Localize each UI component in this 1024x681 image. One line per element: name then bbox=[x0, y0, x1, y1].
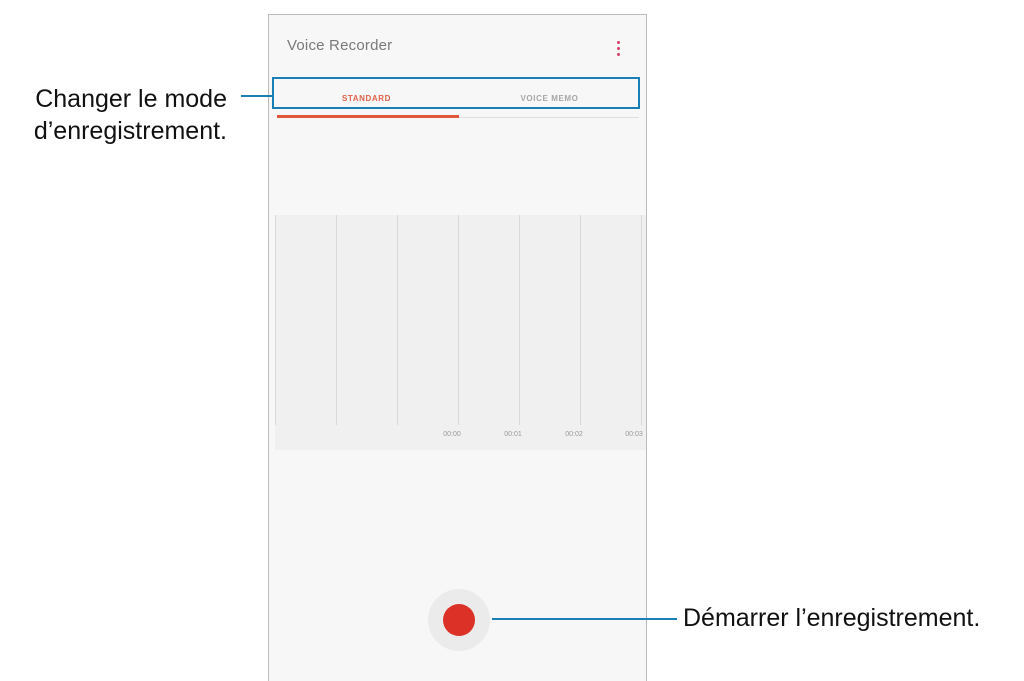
more-options-icon[interactable] bbox=[610, 37, 626, 59]
more-dot bbox=[616, 46, 620, 50]
record-callout-leader bbox=[492, 618, 677, 620]
record-icon bbox=[443, 604, 475, 636]
timeline-gridline bbox=[580, 215, 581, 425]
time-label: 00:01 bbox=[504, 431, 522, 438]
more-dot bbox=[616, 40, 620, 44]
timeline-gridline bbox=[275, 215, 276, 425]
timeline-gridline bbox=[519, 215, 520, 425]
mode-callout-text: Changer le mode d’enregistrement. bbox=[34, 83, 227, 147]
time-label: 00:00 bbox=[443, 431, 461, 438]
more-dot bbox=[616, 52, 620, 56]
active-tab-indicator bbox=[277, 115, 459, 118]
voice-recorder-screen: Voice Recorder STANDARD VOICE MEMO 00:00… bbox=[268, 14, 647, 681]
mode-callout-leader bbox=[241, 95, 272, 97]
record-callout-text: Démarrer l’enregistrement. bbox=[683, 604, 981, 632]
app-title: Voice Recorder bbox=[287, 37, 393, 54]
timeline-gridline bbox=[336, 215, 337, 425]
timeline-gridline bbox=[397, 215, 398, 425]
waveform-area: 00:00 00:01 00:02 00:03 bbox=[275, 215, 646, 450]
mode-tabs-highlight bbox=[272, 77, 640, 109]
timeline-gridline bbox=[458, 215, 459, 425]
mode-callout-line1: Changer le mode bbox=[35, 85, 227, 113]
time-label: 00:03 bbox=[625, 431, 643, 438]
mode-callout-line2: d’enregistrement. bbox=[33, 117, 227, 145]
manual-figure: Voice Recorder STANDARD VOICE MEMO 00:00… bbox=[0, 0, 1024, 681]
record-button[interactable] bbox=[428, 589, 490, 651]
timeline-gridline bbox=[641, 215, 642, 425]
time-label: 00:02 bbox=[565, 431, 583, 438]
